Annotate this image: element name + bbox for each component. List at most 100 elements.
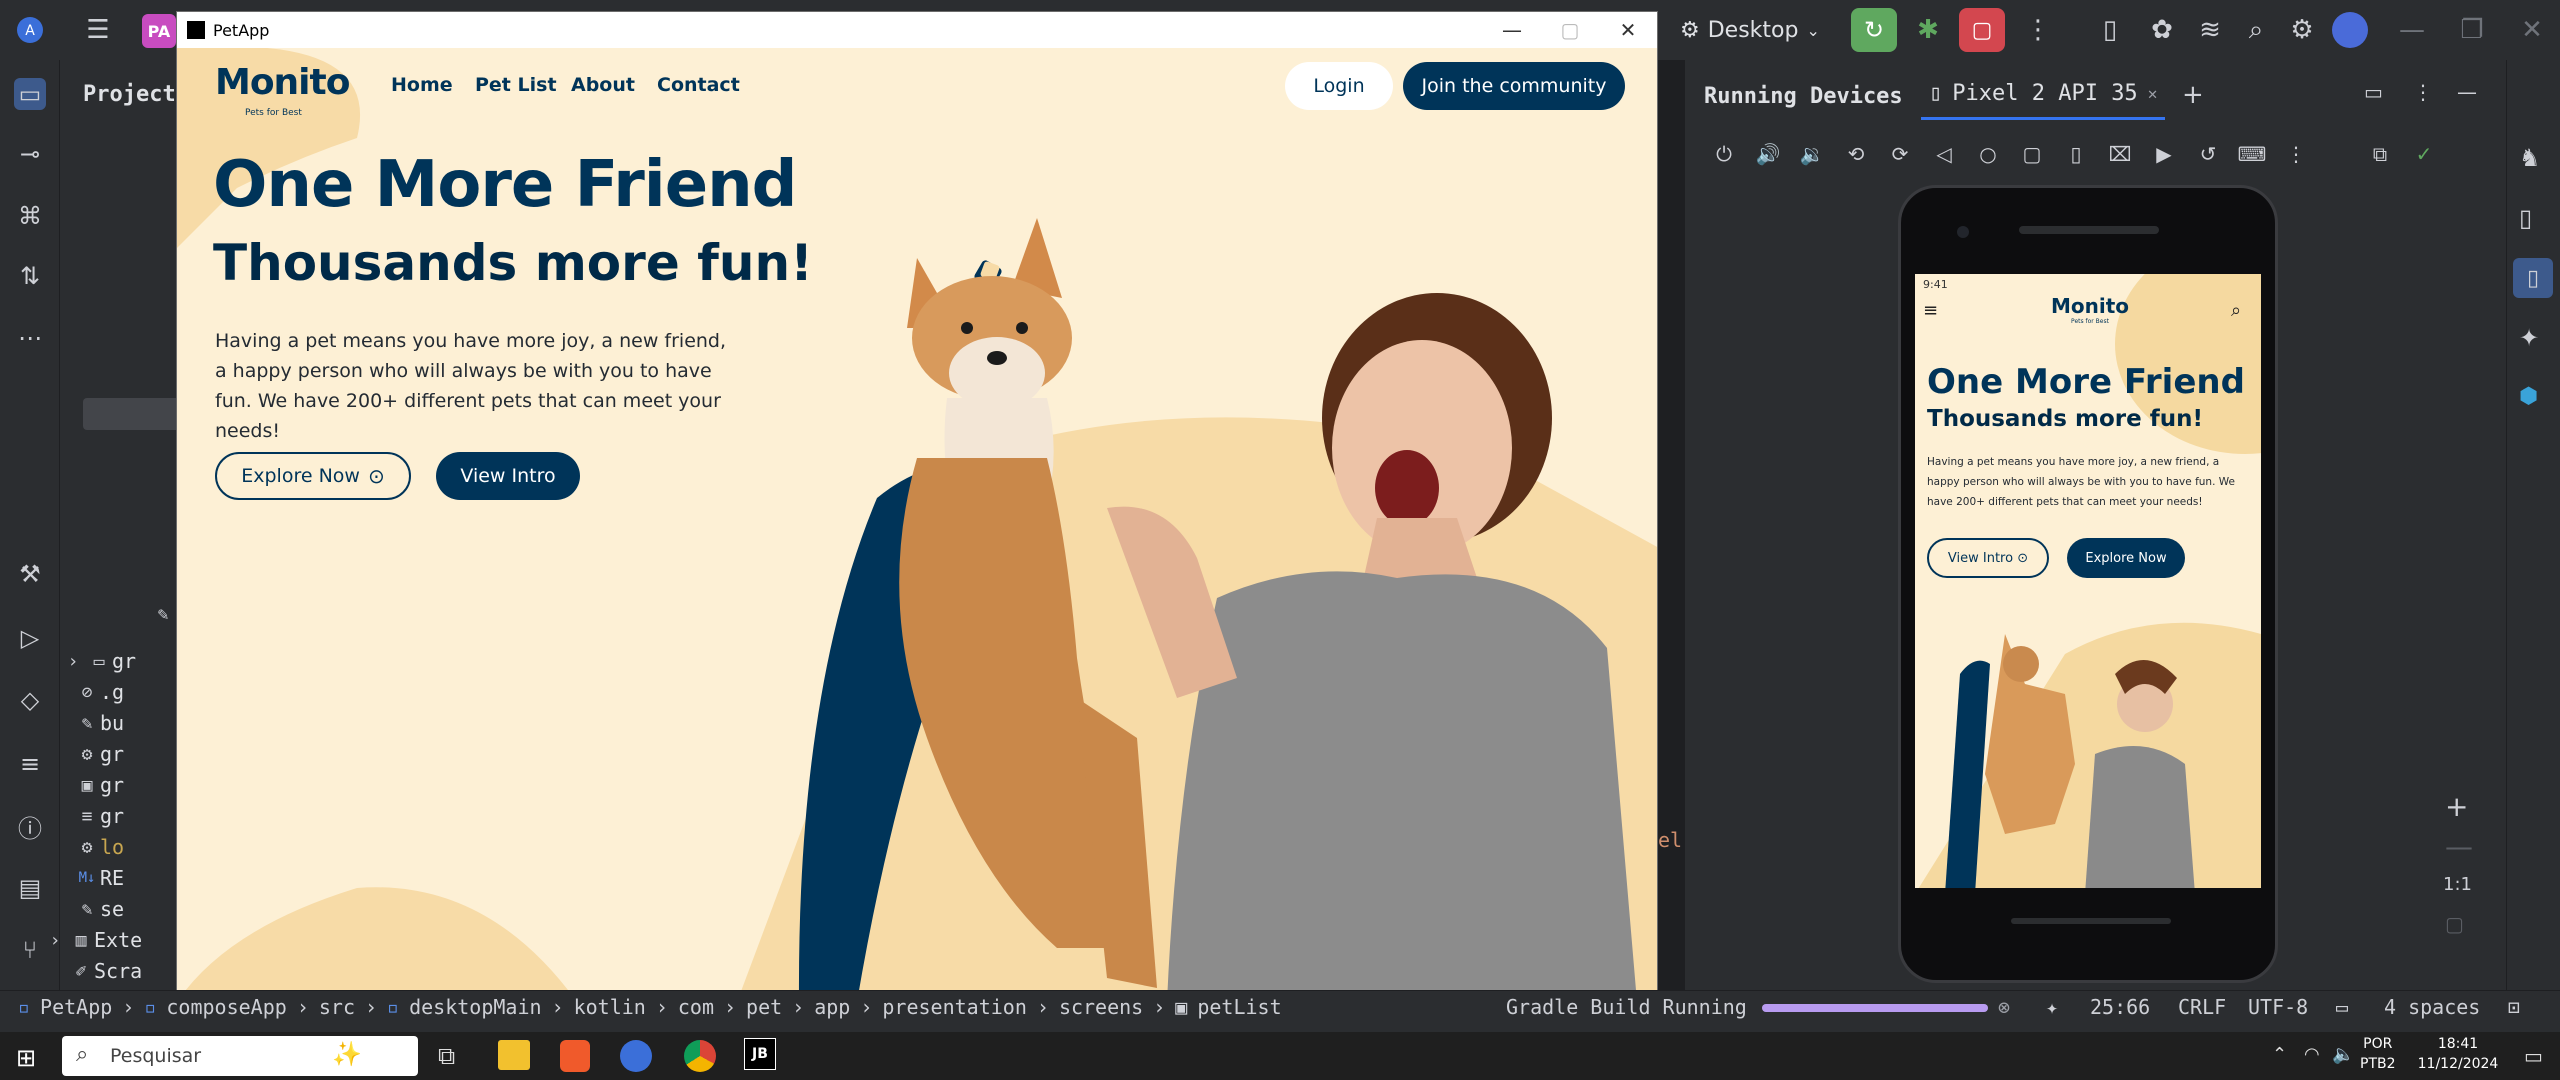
logcat-icon[interactable]: ≡ — [14, 748, 46, 780]
reset-icon[interactable]: ↺ — [2189, 135, 2227, 173]
zoom-in-icon[interactable]: + — [2445, 790, 2468, 823]
nav-contact[interactable]: Contact — [657, 74, 740, 96]
plugin-icon[interactable]: ⬢ — [2519, 384, 2538, 409]
minimize-icon[interactable]: — — [2396, 14, 2428, 46]
fit-screen-icon[interactable]: ▢ — [2445, 912, 2464, 936]
android-studio-taskbar-icon[interactable] — [620, 1040, 652, 1072]
phone-screen[interactable]: 9:41 ≡ Monito Pets for Best ⌕ One More Fr… — [1915, 274, 2261, 888]
gem-icon[interactable]: ◇ — [14, 684, 46, 716]
debug-icon[interactable]: ✱ — [1912, 14, 1944, 46]
tree-row[interactable]: › ▥ Exte — [42, 925, 162, 955]
volume-down-icon[interactable]: 🔉 — [1793, 135, 1831, 173]
more-actions-icon[interactable]: ⋮ — [2413, 80, 2433, 104]
close-icon[interactable]: ✕ — [2516, 14, 2548, 46]
chrome-icon[interactable] — [684, 1040, 716, 1072]
brave-browser-icon[interactable] — [560, 1040, 590, 1072]
screenshot-icon[interactable]: ⌧ — [2101, 135, 2139, 173]
cancel-build-icon[interactable]: ⊗ — [1998, 995, 2010, 1019]
ai-assistant-icon[interactable]: ✦ — [2046, 995, 2058, 1019]
tab-pixel-device[interactable]: ▯ Pixel 2 API 35 ✕ — [1921, 70, 2166, 120]
check-icon[interactable]: ✓ — [2405, 135, 2443, 173]
hide-panel-icon[interactable]: — — [2457, 80, 2477, 104]
window-layout-icon[interactable]: ▭ — [2364, 80, 2383, 104]
zoom-out-icon[interactable]: — — [2445, 830, 2473, 863]
volume-up-icon[interactable]: 🔊 — [1749, 135, 1787, 173]
android-studio-icon[interactable]: A — [14, 14, 46, 46]
clock[interactable]: 18:41 11/12/2024 — [2410, 1034, 2506, 1074]
running-devices-tool-icon[interactable]: ▯ — [2513, 258, 2553, 298]
screen-record-icon[interactable]: ▶ — [2145, 135, 2183, 173]
menu-icon[interactable]: ≡ — [1923, 300, 1938, 321]
more-options-icon[interactable]: ⋮ — [2277, 135, 2315, 173]
file-encoding[interactable]: UTF-8 — [2248, 995, 2308, 1019]
volume-icon[interactable]: 🔈 — [2332, 1044, 2354, 1065]
home-icon[interactable]: ○ — [1969, 135, 2007, 173]
logo[interactable]: Monito — [215, 62, 350, 103]
nav-about[interactable]: About — [571, 74, 635, 96]
minimize-icon[interactable]: — — [1483, 12, 1541, 48]
build-icon[interactable]: ⚒ — [14, 558, 46, 590]
project-tool-icon[interactable]: ▭ — [14, 78, 46, 110]
search-icon[interactable]: ⌕ — [2231, 300, 2241, 321]
task-view-icon[interactable]: ⧉ — [438, 1042, 455, 1070]
problems-icon[interactable]: ⓘ — [14, 810, 46, 843]
run-icon[interactable]: ▷ — [14, 622, 46, 654]
main-menu-icon[interactable]: ☰ — [82, 14, 114, 46]
search-icon[interactable]: ⌕ — [2240, 14, 2272, 46]
rotate-left-icon[interactable]: ⟲ — [1837, 135, 1875, 173]
overview-icon[interactable]: ▢ — [2013, 135, 2051, 173]
rotate-right-icon[interactable]: ⟳ — [1881, 135, 1919, 173]
taskbar-search-input[interactable]: ⌕ Pesquisar ✨ — [62, 1036, 418, 1076]
device-file-icon[interactable]: ▯ — [2519, 204, 2532, 232]
project-badge[interactable]: PA — [142, 14, 176, 48]
windows-start-icon[interactable]: ⊞ — [16, 1044, 36, 1072]
more-tools-icon[interactable]: ⋯ — [14, 322, 46, 354]
inspections-icon[interactable]: ▭ — [2336, 995, 2348, 1019]
settings-icon[interactable]: ⚙ — [2286, 14, 2318, 46]
back-icon[interactable]: ◁ — [1925, 135, 1963, 173]
join-community-button[interactable]: Join the community — [1403, 62, 1625, 110]
run-config-dropdown[interactable]: ⚙ Desktop ⌄ — [1680, 10, 1820, 50]
wifi-icon[interactable]: ◠ — [2304, 1044, 2320, 1065]
nav-pet-list[interactable]: Pet List — [475, 74, 557, 96]
indent-setting[interactable]: 4 spaces — [2384, 995, 2480, 1019]
line-ending[interactable]: CRLF — [2178, 995, 2226, 1019]
chevron-up-icon[interactable]: ⌃ — [2272, 1044, 2287, 1065]
gradle-elephant-icon[interactable]: ♞ — [2519, 144, 2541, 172]
more-actions-icon[interactable]: ⋮ — [2022, 14, 2054, 46]
stop-button[interactable]: ▢ — [1959, 8, 2005, 52]
fold-icon[interactable]: ▯ — [2057, 135, 2095, 173]
mirror-icon[interactable]: ⧉ — [2361, 135, 2399, 173]
phone-view-intro-button[interactable]: View Intro ⊙ — [1927, 538, 2049, 578]
terminal-icon[interactable]: ▤ — [14, 872, 46, 904]
build-status[interactable]: Gradle Build Running — [1506, 995, 1747, 1019]
power-icon[interactable]: ⏻ — [1705, 135, 1743, 173]
cursor-position[interactable]: 25:66 — [2090, 995, 2150, 1019]
device-manager-icon[interactable]: ▯ — [2094, 14, 2126, 46]
add-device-icon[interactable]: + — [2182, 80, 2204, 110]
structure-icon[interactable]: ⌘ — [14, 200, 46, 232]
tree-row[interactable]: ✐ Scra — [42, 956, 162, 986]
phone-explore-now-button[interactable]: Explore Now — [2067, 538, 2185, 578]
close-icon[interactable]: ✕ — [2148, 84, 2158, 103]
nav-home[interactable]: Home — [391, 74, 453, 96]
view-intro-button[interactable]: View Intro — [436, 452, 580, 500]
keyboard-icon[interactable]: ⌨ — [2233, 135, 2271, 173]
file-explorer-icon[interactable] — [498, 1040, 530, 1070]
login-button[interactable]: Login — [1285, 62, 1393, 110]
notifications-icon[interactable]: ▭ — [2524, 1044, 2543, 1068]
explore-now-button[interactable]: Explore Now ⊙ — [215, 452, 411, 500]
pull-requests-icon[interactable]: ⇅ — [14, 260, 46, 292]
tree-row[interactable]: › ▭ gr — [60, 646, 180, 676]
zoom-actual-size[interactable]: 1:1 — [2443, 874, 2472, 895]
lock-icon[interactable]: ⊡ — [2508, 995, 2520, 1019]
jetbrains-icon[interactable]: JB — [744, 1038, 776, 1070]
avatar[interactable] — [2332, 12, 2368, 48]
language-indicator[interactable]: POR PTB2 — [2360, 1034, 2396, 1074]
project-panel-title[interactable]: Project — [83, 82, 176, 107]
gemini-icon[interactable]: ✦ — [2519, 324, 2539, 352]
maximize-icon[interactable]: ▢ — [1541, 12, 1599, 48]
close-icon[interactable]: ✕ — [1599, 12, 1657, 48]
rerun-button[interactable]: ↻ — [1851, 8, 1897, 52]
profiler-icon[interactable]: ≋ — [2194, 14, 2226, 46]
